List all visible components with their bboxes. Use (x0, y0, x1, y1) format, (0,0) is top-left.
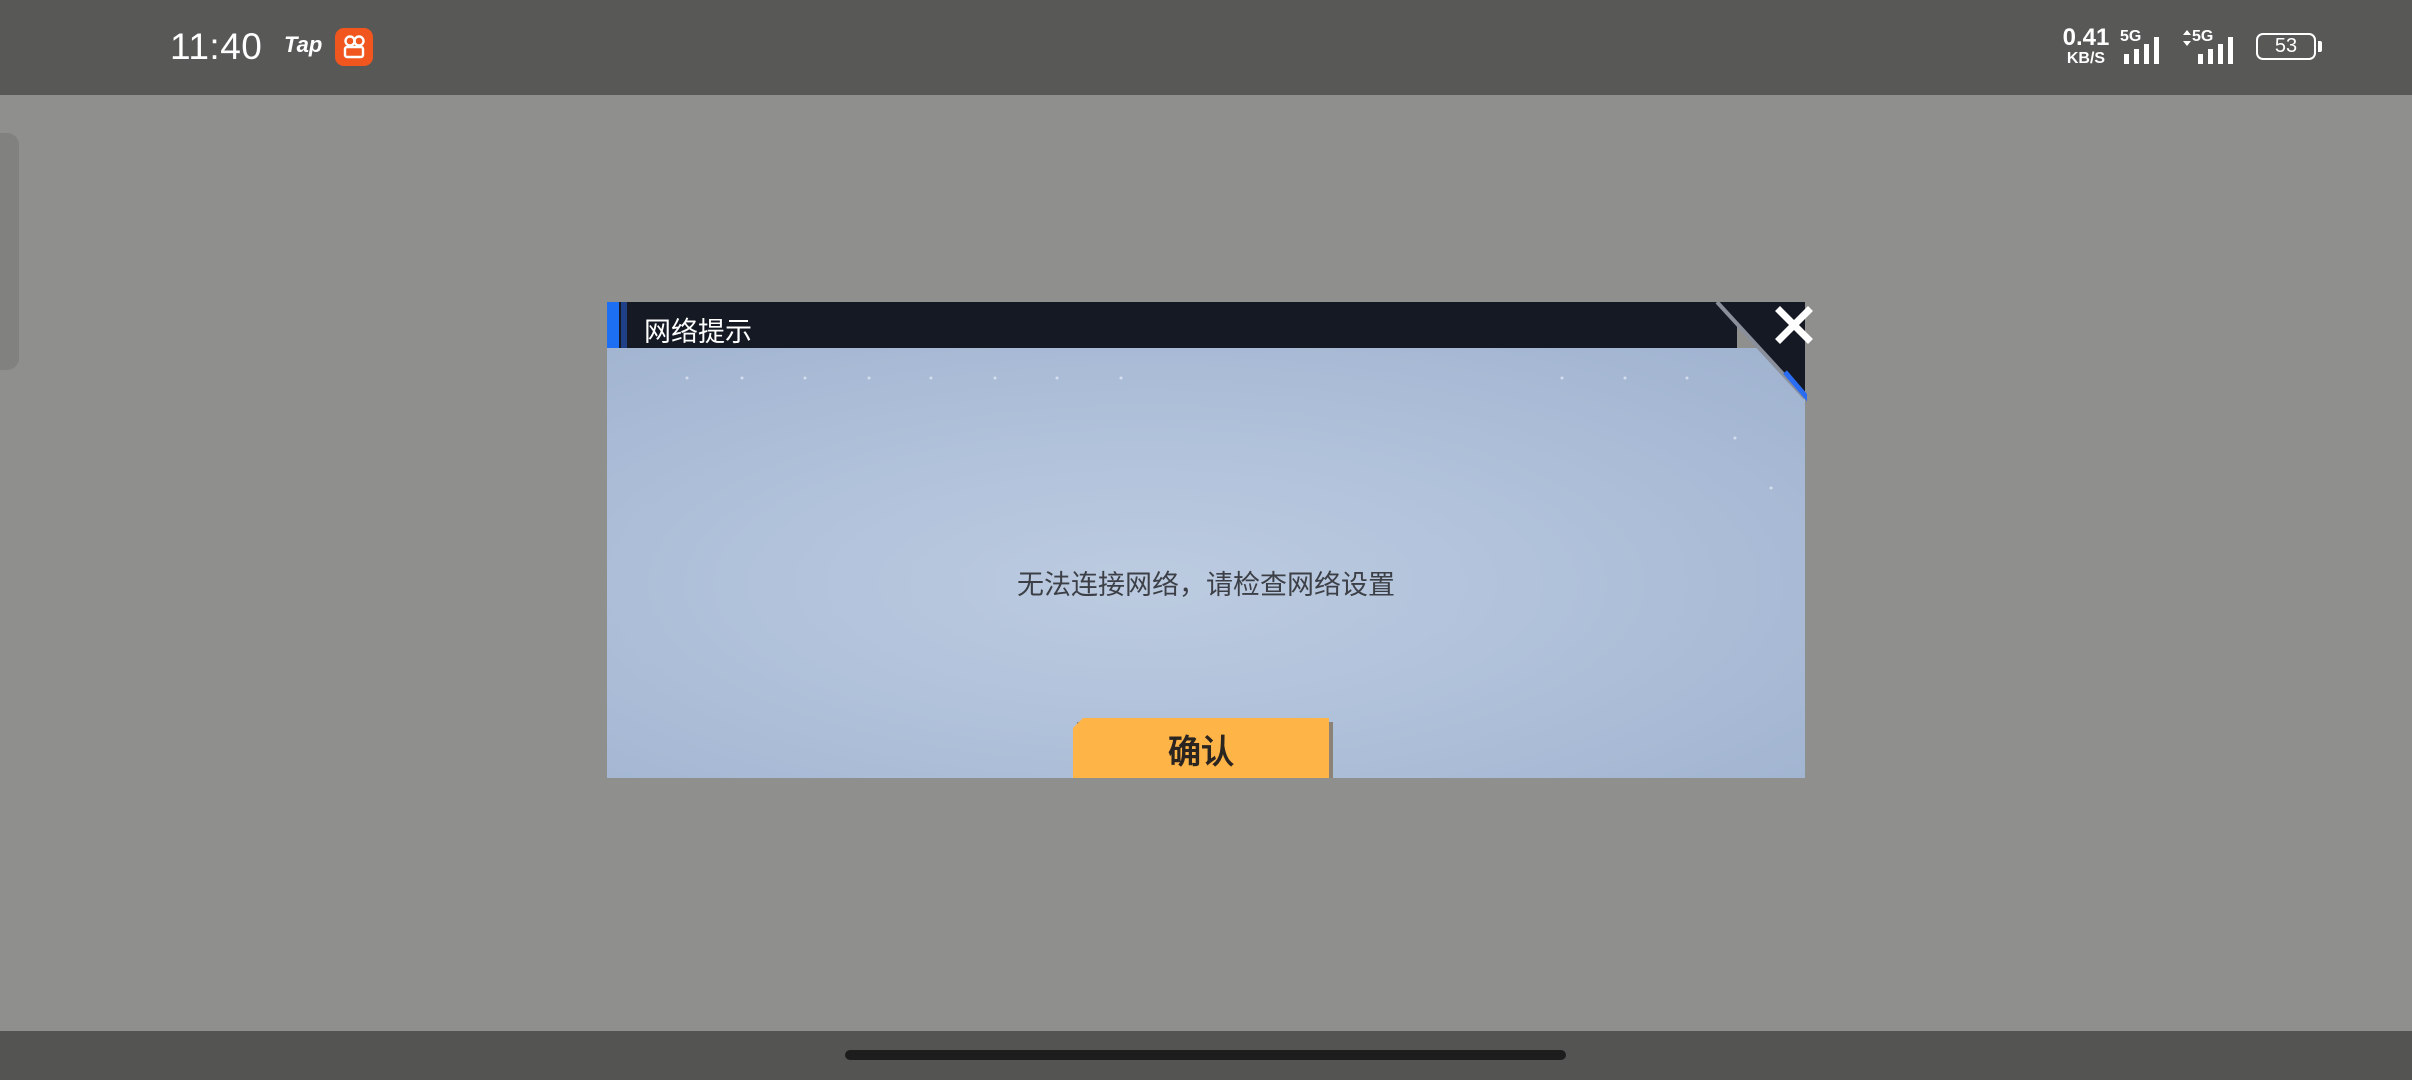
sim1-signal-icon: 5G (2120, 28, 2168, 64)
network-alert-dialog: 无法连接网络，请检查网络设置 确认 网络提示 (607, 302, 1813, 778)
close-icon (1775, 306, 1813, 344)
title-accent-stripe-secondary (621, 302, 627, 348)
dialog-title: 网络提示 (644, 317, 752, 348)
network-speed: 0.41 KB/S (2058, 26, 2114, 67)
app-badge-icon (335, 28, 373, 66)
status-time: 11:40 (170, 26, 263, 67)
network-speed-unit: KB/S (2066, 50, 2106, 67)
title-accent-stripe (607, 302, 619, 348)
navigation-bar (0, 1031, 2412, 1080)
close-button[interactable] (1765, 296, 1823, 354)
battery-icon: 53 (2256, 33, 2316, 60)
sim2-signal-icon: 5G (2182, 28, 2233, 64)
battery-tip (2318, 41, 2322, 52)
confirm-button-label: 确认 (1168, 732, 1234, 771)
tap-app-label: Tap (284, 32, 323, 57)
dialog-message: 无法连接网络，请检查网络设置 (1017, 570, 1395, 601)
confirm-button[interactable]: 确认 (1073, 718, 1329, 778)
side-panel-handle[interactable] (0, 133, 19, 370)
home-indicator[interactable] (845, 1050, 1566, 1060)
dialog-title-bar: 网络提示 (607, 302, 1737, 348)
network-speed-value: 0.41 (2062, 24, 2110, 51)
battery-level: 53 (2274, 35, 2298, 57)
dialog-body: 无法连接网络，请检查网络设置 确认 (607, 348, 1805, 778)
status-bar: 11:40 Tap 0.41 KB/S 5G 5G 53 (0, 0, 2412, 95)
